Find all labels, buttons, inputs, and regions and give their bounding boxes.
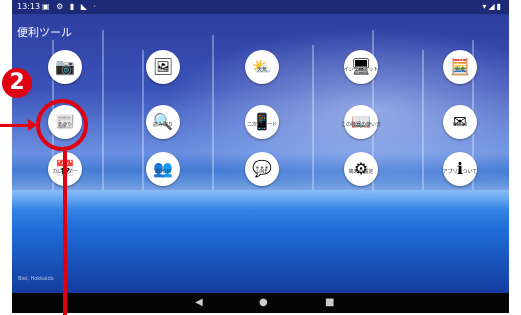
app-line[interactable]: 💬 LINE [232, 152, 292, 200]
app-line-circle[interactable]: 💬 LINE [245, 152, 279, 186]
app-label: 天気 [256, 67, 267, 73]
signal-battery-icons: ▾◢▮ [482, 2, 503, 11]
app-label: 読み取り [152, 122, 173, 128]
app-photos[interactable]: 🖼 写真 [133, 50, 193, 98]
app-calculator[interactable]: 🧮 電卓 [430, 50, 490, 98]
app-gmail-circle[interactable]: ✉ Gmail [443, 105, 477, 139]
folder-title: 便利ツール [17, 26, 72, 39]
app-label: ZOOM [155, 169, 171, 175]
status-time: 13:13 [17, 2, 41, 11]
home-button[interactable]: ● [259, 297, 268, 308]
app-settings[interactable]: ⚙ 端末の設定 [331, 152, 391, 200]
app-scanner-circle[interactable]: 🔍 読み取り [146, 105, 180, 139]
app-label: 端末の設定 [348, 169, 374, 175]
tablet-screen: 13:13 ▣ ⚙ ▮ ◣ · ▾◢▮ 便利ツール 📷 カメラ 🖼 写真 ⛅ 天… [12, 0, 509, 313]
app-qr-code[interactable]: 📱 二次元コード [232, 105, 292, 153]
app-info-circle[interactable]: ℹ アプリについて [443, 152, 477, 186]
app-label: 写真 [157, 67, 168, 73]
app-weather[interactable]: ⛅ 天気 [232, 50, 292, 98]
app-internet-circle[interactable]: 🖥 インターネット [343, 50, 379, 84]
highlight-ring [36, 99, 88, 151]
app-photos-circle[interactable]: 🖼 写真 [146, 50, 180, 84]
pointer-arrow [0, 124, 30, 127]
app-label: LINE [256, 169, 268, 175]
app-manual[interactable]: 📖 この機器の使い方 [331, 105, 391, 153]
back-button[interactable]: ◀ [195, 297, 203, 308]
app-camera-circle[interactable]: 📷 カメラ [48, 50, 82, 84]
app-camera[interactable]: 📷 カメラ [35, 50, 95, 98]
app-internet[interactable]: 🖥 インターネット [331, 50, 391, 98]
app-label: インターネット [343, 67, 379, 73]
recents-button[interactable]: ■ [325, 297, 334, 308]
app-label: Gmail [452, 122, 468, 128]
app-info[interactable]: ℹ アプリについて [430, 152, 490, 200]
app-settings-circle[interactable]: ⚙ 端末の設定 [344, 152, 378, 186]
app-label: 電卓 [454, 67, 465, 73]
app-label: アプリについて [442, 169, 478, 175]
app-label: 二次元コード [246, 122, 277, 128]
callout-line [63, 151, 67, 315]
app-manual-circle[interactable]: 📖 この機器の使い方 [341, 105, 381, 139]
status-bar: 13:13 ▣ ⚙ ▮ ◣ · ▾◢▮ [12, 0, 509, 14]
app-zoom[interactable]: 👥 ZOOM [133, 152, 193, 200]
notification-icons: ▣ ⚙ ▮ ◣ · [42, 2, 98, 11]
wallpaper-caption: Biei, Hokkaido [18, 276, 54, 282]
app-qr-code-circle[interactable]: 📱 二次元コード [245, 105, 279, 139]
app-zoom-circle[interactable]: 👥 ZOOM [146, 152, 180, 186]
app-scanner[interactable]: 🔍 読み取り [133, 105, 193, 153]
step-number-badge: 2 [2, 68, 32, 98]
app-calculator-circle[interactable]: 🧮 電卓 [443, 50, 477, 84]
navigation-bar: ◀ ● ■ [12, 293, 509, 313]
app-label: この機器の使い方 [340, 122, 381, 128]
app-label: カメラ [57, 67, 73, 73]
app-gmail[interactable]: ✉ Gmail [430, 105, 490, 153]
app-weather-circle[interactable]: ⛅ 天気 [245, 50, 279, 84]
